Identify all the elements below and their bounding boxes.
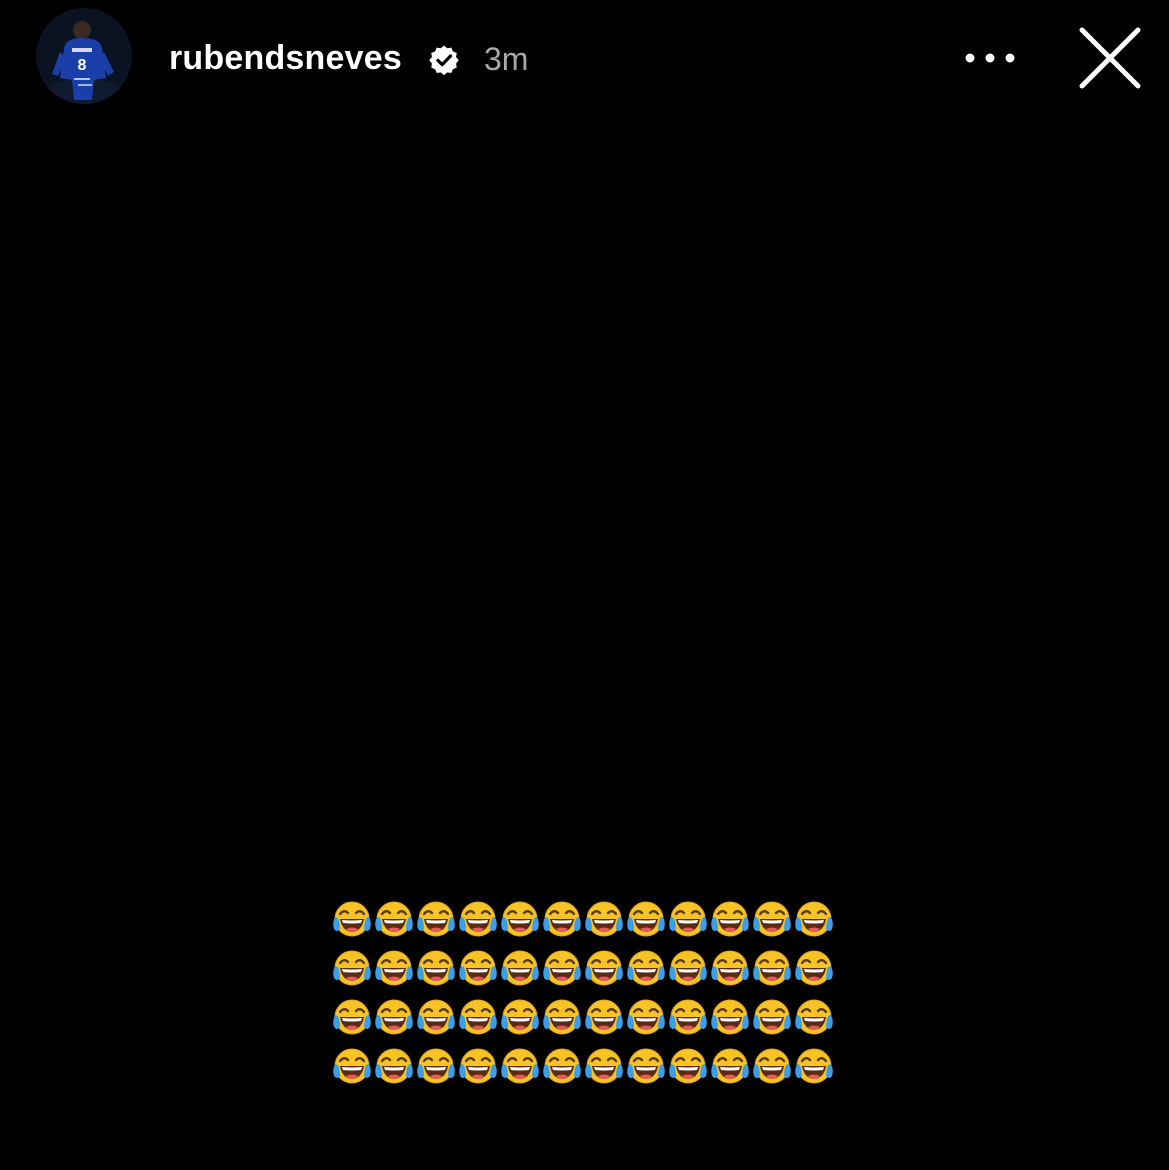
laughing-emoji-icon bbox=[751, 899, 793, 941]
laughing-emoji-icon bbox=[583, 899, 625, 941]
laughing-emoji-icon bbox=[793, 948, 835, 990]
story-text-overlay bbox=[331, 899, 841, 1095]
laughing-emoji-icon bbox=[457, 1046, 499, 1088]
laughing-emoji-icon bbox=[541, 1046, 583, 1088]
laughing-emoji-icon bbox=[499, 997, 541, 1039]
laughing-emoji-icon bbox=[793, 997, 835, 1039]
laughing-emoji-icon bbox=[457, 997, 499, 1039]
laughing-emoji-icon bbox=[793, 1046, 835, 1088]
laughing-emoji-icon bbox=[331, 948, 373, 990]
profile-avatar[interactable]: 8 bbox=[36, 8, 132, 104]
story-media[interactable] bbox=[0, 120, 1169, 1170]
emoji-row bbox=[331, 997, 841, 1046]
emoji-row bbox=[331, 948, 841, 997]
laughing-emoji-icon bbox=[457, 899, 499, 941]
laughing-emoji-icon bbox=[709, 1046, 751, 1088]
laughing-emoji-icon bbox=[331, 1046, 373, 1088]
laughing-emoji-icon bbox=[793, 899, 835, 941]
laughing-emoji-icon bbox=[625, 1046, 667, 1088]
laughing-emoji-icon bbox=[415, 948, 457, 990]
more-horizontal-icon bbox=[965, 53, 1015, 63]
laughing-emoji-icon bbox=[667, 948, 709, 990]
laughing-emoji-icon bbox=[415, 899, 457, 941]
story-header: 8 rubendsneves 3m bbox=[0, 0, 1169, 120]
laughing-emoji-icon bbox=[667, 1046, 709, 1088]
close-icon bbox=[1079, 27, 1141, 89]
laughing-emoji-icon bbox=[583, 1046, 625, 1088]
laughing-emoji-icon bbox=[331, 899, 373, 941]
post-timestamp: 3m bbox=[484, 41, 529, 77]
more-options-button[interactable] bbox=[958, 36, 1022, 80]
laughing-emoji-icon bbox=[331, 997, 373, 1039]
laughing-emoji-icon bbox=[541, 997, 583, 1039]
laughing-emoji-icon bbox=[541, 948, 583, 990]
laughing-emoji-icon bbox=[751, 948, 793, 990]
laughing-emoji-icon bbox=[709, 948, 751, 990]
avatar-image: 8 bbox=[36, 8, 132, 104]
laughing-emoji-icon bbox=[541, 899, 583, 941]
svg-text:8: 8 bbox=[78, 57, 87, 74]
laughing-emoji-icon bbox=[667, 899, 709, 941]
laughing-emoji-icon bbox=[457, 948, 499, 990]
laughing-emoji-icon bbox=[373, 1046, 415, 1088]
laughing-emoji-icon bbox=[583, 997, 625, 1039]
close-button[interactable] bbox=[1074, 22, 1146, 94]
laughing-emoji-icon bbox=[751, 997, 793, 1039]
laughing-emoji-icon bbox=[499, 1046, 541, 1088]
verified-badge-icon bbox=[428, 44, 460, 76]
laughing-emoji-icon bbox=[625, 899, 667, 941]
laughing-emoji-icon bbox=[499, 948, 541, 990]
emoji-row bbox=[331, 899, 841, 948]
laughing-emoji-icon bbox=[415, 1046, 457, 1088]
laughing-emoji-icon bbox=[709, 997, 751, 1039]
laughing-emoji-icon bbox=[583, 948, 625, 990]
laughing-emoji-icon bbox=[373, 948, 415, 990]
laughing-emoji-icon bbox=[373, 899, 415, 941]
laughing-emoji-icon bbox=[415, 997, 457, 1039]
laughing-emoji-icon bbox=[499, 899, 541, 941]
laughing-emoji-icon bbox=[373, 997, 415, 1039]
emoji-row bbox=[331, 1046, 841, 1095]
username[interactable]: rubendsneves bbox=[169, 39, 402, 78]
laughing-emoji-icon bbox=[709, 899, 751, 941]
laughing-emoji-icon bbox=[751, 1046, 793, 1088]
laughing-emoji-icon bbox=[625, 997, 667, 1039]
laughing-emoji-icon bbox=[667, 997, 709, 1039]
laughing-emoji-icon bbox=[625, 948, 667, 990]
